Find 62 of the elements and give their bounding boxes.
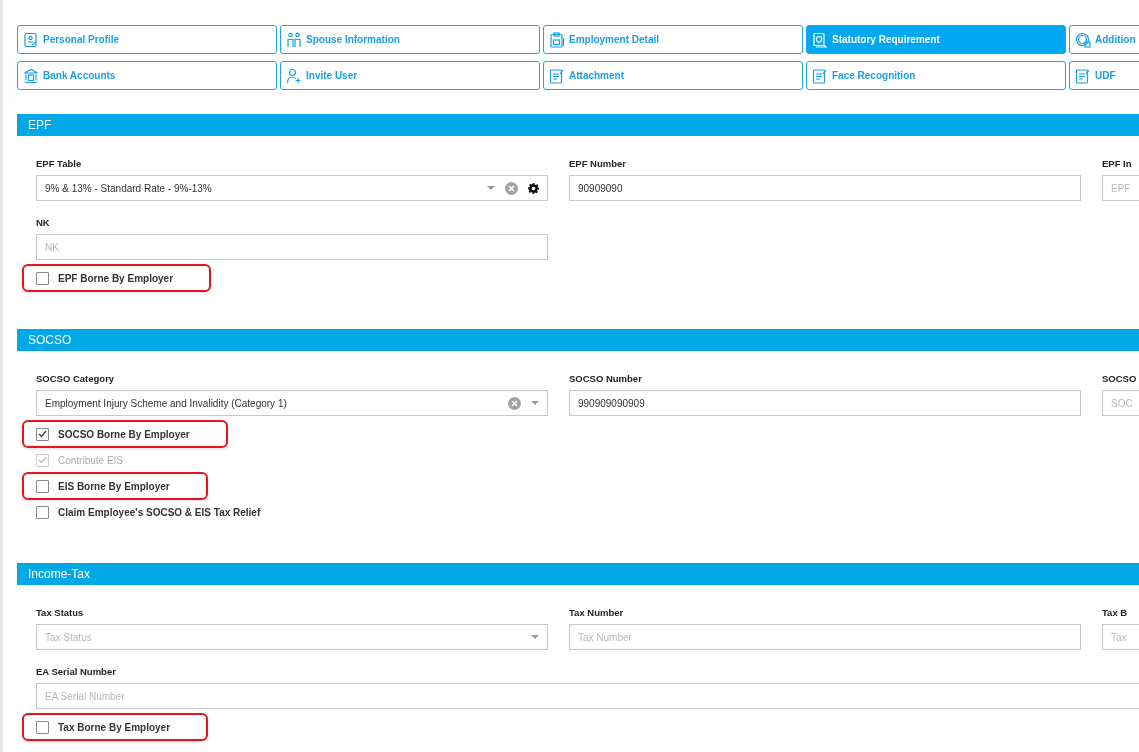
settings-icon[interactable] [528,182,539,194]
input-field[interactable]: EA Serial Number [36,683,1139,709]
clear-icon[interactable] [508,396,521,410]
people-icon [286,31,302,48]
field-label: EPF In [1102,158,1133,170]
caret-icon[interactable] [487,186,495,190]
input-field[interactable]: 90909090 [569,175,1081,201]
section-header: EPF [17,114,1139,136]
caret-icon[interactable] [531,401,539,405]
checkbox[interactable] [36,427,49,441]
tab[interactable]: Invite User [280,61,540,90]
input-field[interactable]: Tax Number [569,624,1081,650]
field-label: Tax Status [36,607,85,619]
checkbox[interactable] [36,505,49,519]
input-field[interactable]: 990909090909 [569,390,1081,416]
dropdown-field[interactable]: 9% & 13% - Standard Rate - 9%-13% [36,175,548,201]
document-icon [1075,67,1091,84]
dropdown-field[interactable]: Employment Injury Scheme and Invalidity (Category 1) [36,390,548,416]
caret-icon[interactable] [531,635,539,639]
tab[interactable]: Bank Accounts [17,61,277,90]
input-field[interactable]: Tax [1102,624,1139,650]
tab[interactable]: Attachment [543,61,803,90]
id-card-icon [23,31,39,48]
tab[interactable]: Face Recognition [806,61,1066,90]
tab[interactable]: UDF [1069,61,1139,90]
tab[interactable]: Employment Detail [543,25,803,54]
field-label: EPF Table [36,158,83,170]
tab[interactable]: Spouse Information [280,25,540,54]
coin-icon [1075,31,1091,48]
field-label: SOCSO [1102,373,1138,385]
checkbox[interactable] [36,479,49,493]
clipboard-icon [549,31,565,48]
section-header: SOCSO [17,329,1139,351]
field-label: EPF Number [569,158,627,170]
checkbox-label: EIS Borne By Employer [58,480,170,492]
tab[interactable]: Statutory Requirement [806,25,1066,54]
checkbox-label: Tax Borne By Employer [58,721,171,733]
input-field[interactable]: EPF [1102,175,1139,201]
checkbox[interactable] [36,271,49,285]
field-label: Tax Number [569,607,625,619]
tab[interactable]: Addition [1069,25,1139,54]
checkbox-label: Claim Employee's SOCSO & EIS Tax Relief [58,506,261,518]
section-header: Income-Tax [17,563,1139,585]
clear-icon[interactable] [505,181,518,195]
field-label: SOCSO Number [569,373,643,385]
checkbox-label: SOCSO Borne By Employer [58,428,190,440]
dropdown-field[interactable]: Tax Status [36,624,548,650]
field-label: NK [36,217,51,229]
field-label: Tax B [1102,607,1129,619]
checkbox[interactable] [36,720,49,734]
input-field[interactable]: NK [36,234,548,260]
input-field[interactable]: SOC [1102,390,1139,416]
add-user-icon [286,67,302,84]
tab[interactable]: Personal Profile [17,25,277,54]
document-icon [549,67,565,84]
document-icon [812,67,828,84]
certificate-icon [812,31,828,48]
checkbox-label: EPF Borne By Employer [58,272,174,284]
checkbox-label: Contribute EIS [58,454,124,466]
bank-icon [23,67,39,84]
field-label: SOCSO Category [36,373,116,385]
field-label: EA Serial Number [36,666,117,678]
